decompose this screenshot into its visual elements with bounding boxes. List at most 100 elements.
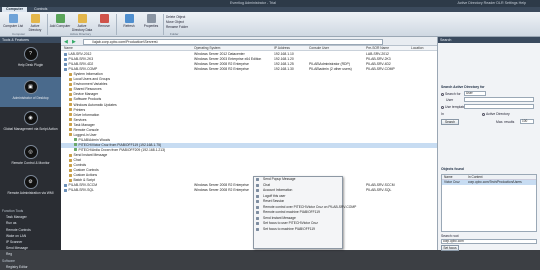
nav-help-desk[interactable]: ? Help Desk Plugin xyxy=(0,47,61,75)
opt-user-label: User xyxy=(446,98,454,102)
add-computer-button[interactable]: Add Computer xyxy=(49,14,71,32)
search-root-input[interactable]: corp.cpbc.com xyxy=(441,239,537,244)
row-name: PILAB-SRV-SQL xyxy=(64,188,94,193)
col-console-user[interactable]: Console User xyxy=(309,46,329,51)
opt-search-for[interactable]: Search for xyxy=(441,92,461,96)
row-name-text: Custom Controls xyxy=(73,168,99,173)
max-results-input[interactable]: 100 xyxy=(520,119,534,124)
window-title: Eventlog Administrator - Trial xyxy=(230,1,276,5)
row-name-text: Local Users and Groups xyxy=(73,77,111,82)
remove-icon xyxy=(99,14,109,23)
back-icon[interactable]: ◀ xyxy=(64,39,68,45)
search-for-select[interactable]: User xyxy=(464,91,486,96)
remove-label: Remove xyxy=(98,24,110,28)
nav-remote-control[interactable]: ◎ Remote Control & Monitor xyxy=(0,145,61,173)
opt-use-template[interactable]: Use template xyxy=(441,105,465,109)
col-os[interactable]: Operating System xyxy=(194,46,220,51)
row-name-text: PILAB-SRV-2K3 xyxy=(68,57,94,62)
radio-icon xyxy=(441,92,444,96)
row-name-text: Remote Console xyxy=(73,127,99,132)
window-titlebar: Eventlog Administrator - Trial Active Di… xyxy=(0,0,540,7)
col-ip[interactable]: IP Address xyxy=(274,46,290,51)
row-name-text: PILAB-SRV-SCCM xyxy=(68,183,98,188)
context-menu-label: Account Information xyxy=(263,188,293,192)
row-name-text: Services xyxy=(73,117,87,122)
row-name-text: Task Manager xyxy=(73,122,95,127)
radio-icon xyxy=(441,105,444,109)
row-name-text: PILAB-SRV-SQL xyxy=(68,188,94,193)
in-label: In xyxy=(441,112,444,116)
computer-icon xyxy=(64,52,67,56)
row-name-text: Batch & Script xyxy=(73,178,95,183)
rename-folder-button[interactable]: Rename Folder xyxy=(166,25,188,29)
node-icon xyxy=(69,92,72,96)
user-query-input[interactable] xyxy=(464,97,534,102)
row-name-text: Logged-in User xyxy=(73,132,97,137)
opt-search-for-label: Search for xyxy=(445,92,461,96)
search-panel-header: Search xyxy=(438,37,540,43)
node-icon xyxy=(69,97,72,101)
col-location[interactable]: Location xyxy=(411,46,423,51)
node-icon xyxy=(69,163,72,167)
nav-remote-wmi[interactable]: ⚙ Remote Administration via WMI xyxy=(0,175,61,205)
address-input[interactable]: \\ajab.corp.cpbc.com\Production\Servers\ xyxy=(83,38,383,45)
table-row[interactable]: Victor Cruz corp.cpbc.com/Tech/Productio… xyxy=(442,180,536,185)
computer-list-icon xyxy=(8,14,18,23)
menu-item-icon xyxy=(256,183,259,187)
node-icon xyxy=(69,153,72,157)
active-directory-label: Active Directory xyxy=(28,24,42,32)
nav-remote-wmi-label: Remote Administration via WMI xyxy=(7,191,54,195)
help-icon: ? xyxy=(23,47,38,61)
menu-item-icon xyxy=(256,211,259,215)
properties-icon xyxy=(146,14,156,23)
results-table: Name In Context Victor Cruz corp.cpbc.co… xyxy=(441,174,537,232)
menu-item-icon xyxy=(256,227,259,231)
search-button[interactable]: Search xyxy=(441,119,459,125)
ad-data-label: Active Directory Data xyxy=(71,24,93,32)
template-select[interactable] xyxy=(464,104,534,109)
properties-button[interactable]: Properties xyxy=(140,14,162,32)
properties-label: Properties xyxy=(143,24,159,28)
node-icon xyxy=(69,72,72,76)
nav-global-management[interactable]: ◉ Global Management via Script Action xyxy=(0,111,61,143)
refresh-button[interactable]: Refresh xyxy=(118,14,140,32)
remote-icon: ◎ xyxy=(23,145,38,159)
forward-icon[interactable]: ▶ xyxy=(72,39,76,45)
max-results-label: Max. results xyxy=(496,120,515,124)
node-icon xyxy=(74,143,77,147)
node-icon xyxy=(69,113,72,117)
group-label-folder: Folder xyxy=(170,32,179,36)
titlebar-right-links[interactable]: Active Directory Reader DLR Settings Hel… xyxy=(457,0,526,7)
search-root-label: Search root xyxy=(441,234,459,238)
ribbon-separator xyxy=(47,14,48,35)
remove-button[interactable]: Remove xyxy=(93,14,115,32)
node-icon xyxy=(69,118,72,122)
nav-item-registry-editor[interactable]: Registry Editor xyxy=(0,264,61,270)
computer-icon xyxy=(64,183,67,187)
row-name-text: Controls xyxy=(73,163,87,168)
nav-remote-control-label: Remote Control & Monitor xyxy=(11,161,50,165)
context-menu-label: Logoff this user xyxy=(263,193,286,198)
node-icon xyxy=(69,108,72,112)
row-name-text: Drive Information xyxy=(73,112,100,117)
node-icon xyxy=(69,158,72,162)
ad-data-button[interactable]: Active Directory Data xyxy=(71,14,93,32)
folder-icon xyxy=(30,14,40,23)
delete-object-button[interactable]: Delete Object xyxy=(166,15,185,19)
table-row[interactable]: PILAB-SRV-SQL Windows Server 2008 R2 Ente… xyxy=(61,188,437,193)
col-name[interactable]: Name xyxy=(64,46,73,51)
left-sidebar: Tools & Features ? Help Desk Plugin ▣ Ad… xyxy=(0,37,61,269)
refresh-icon xyxy=(124,14,134,23)
row-name-text: Send Instant Message xyxy=(73,153,108,157)
nav-administrator[interactable]: ▣ Administrator of Desktop xyxy=(0,77,61,107)
context-menu-item[interactable]: Set focus to machine PIAB\OFF119 xyxy=(254,227,342,233)
node-icon xyxy=(69,128,72,132)
col-pre-sor[interactable]: Pre-SOR Name xyxy=(366,46,389,51)
desktop-icon: ▣ xyxy=(23,80,38,94)
computer-list-button[interactable]: Computer List xyxy=(2,14,24,32)
function-tools-list: Function Tools Task Manager Run as Remot… xyxy=(0,208,61,270)
move-object-button[interactable]: Move Object xyxy=(166,20,184,24)
active-directory-button[interactable]: Active Directory xyxy=(24,14,46,32)
in-value[interactable]: Active Directory xyxy=(482,112,510,116)
row-name-text: System Information xyxy=(73,72,103,77)
